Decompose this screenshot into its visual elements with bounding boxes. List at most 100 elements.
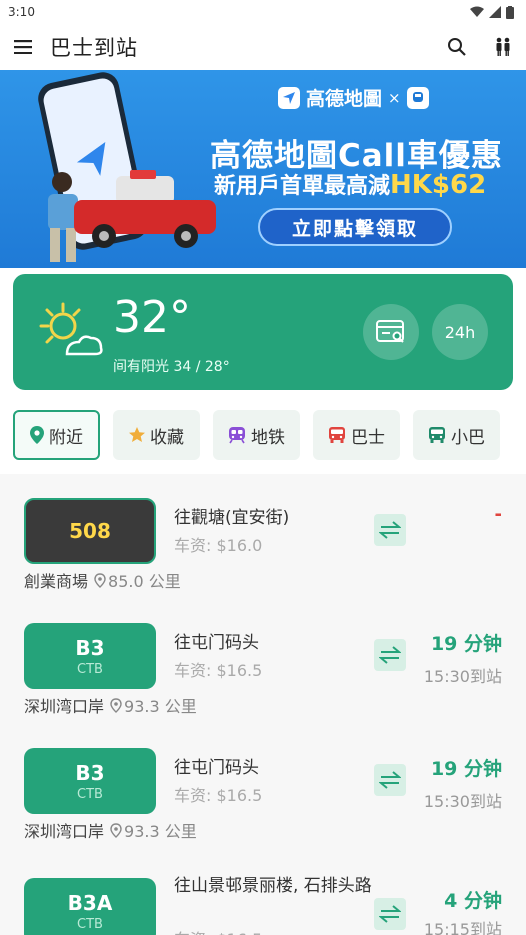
- people-icon: [496, 37, 510, 56]
- tab-favorites-label: 收藏: [150, 427, 184, 448]
- swap-direction-button[interactable]: [374, 764, 406, 796]
- route-list: 508 往觀塘(宜安街) 车资: $16.0 創業商場 85.0 公里 - B3…: [0, 474, 526, 935]
- tab-minibus-label: 小巴: [451, 427, 485, 448]
- banner-subline: 新用戶首單最高減HK$62: [214, 168, 486, 200]
- tab-nearby-label: 附近: [49, 427, 83, 448]
- metro-icon: [229, 427, 245, 444]
- partly-sunny-icon: [39, 302, 103, 356]
- route-number: B3: [75, 760, 105, 785]
- location-pin-outline-icon: [94, 572, 106, 588]
- promo-banner[interactable]: 高德地圖 × 高德地圖Call車優惠 新用戶首單最高減HK$62 立即點擊領取: [0, 70, 526, 268]
- tab-bus[interactable]: 巴士: [313, 410, 400, 460]
- route-item[interactable]: B3A CTB 往山景邨景丽楼, 石排头路 车资: $16.5 4 分钟 15:…: [0, 854, 526, 935]
- swap-direction-button[interactable]: [374, 514, 406, 546]
- route-number-badge: 508: [24, 498, 156, 564]
- tab-metro-label: 地铁: [251, 427, 285, 448]
- search-button[interactable]: [434, 24, 480, 70]
- status-bar: 3:10: [0, 0, 526, 24]
- route-item[interactable]: B3 CTB 往屯门码头 车资: $16.5 深圳湾口岸 93.3 公里 19 …: [0, 599, 526, 724]
- route-company: CTB: [77, 661, 103, 677]
- weather-description: 间有阳光 34 / 28°: [113, 359, 230, 375]
- route-distance-value: 93.3 公里: [124, 822, 197, 841]
- route-stop-name: 深圳湾口岸: [24, 822, 105, 841]
- banner-brand: 高德地圖 ×: [278, 84, 429, 111]
- route-stop: 深圳湾口岸 93.3 公里: [24, 818, 197, 842]
- search-icon: [448, 38, 466, 56]
- swap-arrows-icon: [379, 646, 401, 664]
- menu-button[interactable]: [0, 24, 46, 70]
- route-distance-value: 93.3 公里: [124, 697, 197, 716]
- weather-warnings-button[interactable]: [363, 304, 419, 360]
- route-stop-name: 深圳湾口岸: [24, 697, 105, 716]
- route-eta: 19 分钟: [430, 758, 502, 780]
- bus-icon: [329, 427, 345, 443]
- route-company: CTB: [77, 916, 103, 932]
- route-company: CTB: [77, 786, 103, 802]
- star-icon: [129, 427, 145, 442]
- route-eta: 4 分钟: [444, 890, 502, 912]
- hamburger-menu-icon: [14, 40, 32, 54]
- transport-tabs: 附近 收藏 地铁 巴士 小巴: [13, 410, 513, 460]
- route-number-badge: B3A CTB: [24, 878, 156, 935]
- route-distance: 93.3 公里: [110, 818, 197, 842]
- route-number: B3: [75, 635, 105, 660]
- route-destination: 往觀塘(宜安街): [174, 508, 290, 528]
- route-destination: 往屯门码头: [174, 758, 259, 778]
- app-bar: 巴士到站: [0, 24, 526, 70]
- banner-subline-amount: HK$62: [390, 170, 487, 200]
- swap-arrows-icon: [379, 771, 401, 789]
- location-pin-icon: [30, 426, 44, 444]
- route-distance: 85.0 公里: [94, 568, 181, 592]
- tab-bus-label: 巴士: [351, 427, 385, 448]
- banner-cta-button[interactable]: 立即點擊領取: [258, 208, 452, 246]
- swap-direction-button[interactable]: [374, 898, 406, 930]
- amap-brand-name: 高德地圖: [306, 88, 383, 110]
- tab-minibus[interactable]: 小巴: [413, 410, 500, 460]
- route-fare: 车资: $16.5: [174, 661, 263, 680]
- route-eta: 19 分钟: [430, 633, 502, 655]
- bus-app-logo-icon: [406, 86, 429, 109]
- route-number-badge: B3 CTB: [24, 748, 156, 814]
- wifi-icon: [470, 6, 484, 17]
- status-time: 3:10: [8, 5, 35, 19]
- swap-arrows-icon: [379, 905, 401, 923]
- weather-24h-button[interactable]: 24h: [432, 304, 488, 360]
- route-distance: 93.3 公里: [110, 693, 197, 717]
- banner-subline-prefix: 新用戶首單最高減: [214, 174, 391, 199]
- weather-temperature: 32°: [113, 292, 191, 343]
- tab-favorites[interactable]: 收藏: [113, 410, 200, 460]
- route-stop: 深圳湾口岸 93.3 公里: [24, 693, 197, 717]
- tab-metro[interactable]: 地铁: [213, 410, 300, 460]
- route-no-eta: -: [494, 504, 502, 525]
- route-number: 508: [69, 519, 111, 543]
- taxi-illustration: [74, 170, 216, 248]
- route-number: B3A: [67, 890, 113, 915]
- brand-separator: ×: [388, 88, 401, 107]
- weather-card[interactable]: 32° 间有阳光 34 / 28° 24h: [13, 274, 513, 390]
- tab-nearby[interactable]: 附近: [13, 410, 100, 460]
- status-icons: [470, 5, 514, 19]
- bus-stop-button[interactable]: [480, 24, 526, 70]
- route-item[interactable]: 508 往觀塘(宜安街) 车资: $16.0 創業商場 85.0 公里 -: [0, 474, 526, 599]
- route-arrival-time: 15:30到站: [423, 792, 502, 811]
- swap-direction-button[interactable]: [374, 639, 406, 671]
- battery-icon: [506, 5, 514, 19]
- route-fare: 车资: $16.5: [174, 926, 262, 935]
- route-distance-value: 85.0 公里: [108, 572, 181, 591]
- route-destination: 往山景邨景丽楼, 石排头路: [174, 876, 372, 896]
- route-destination: 往屯门码头: [174, 633, 259, 653]
- app-title: 巴士到站: [50, 36, 138, 60]
- route-stop-name: 創業商場: [24, 572, 89, 591]
- location-pin-outline-icon: [110, 822, 122, 838]
- route-arrival-time: 15:15到站: [423, 920, 502, 935]
- route-fare: 车资: $16.5: [174, 786, 263, 805]
- location-pin-outline-icon: [110, 697, 122, 713]
- route-item[interactable]: B3 CTB 往屯门码头 车资: $16.5 深圳湾口岸 93.3 公里 19 …: [0, 724, 526, 849]
- card-search-icon: [376, 320, 404, 343]
- route-number-badge: B3 CTB: [24, 623, 156, 689]
- amap-logo-icon: [278, 86, 300, 109]
- minibus-icon: [429, 427, 445, 443]
- route-stop: 創業商場 85.0 公里: [24, 568, 181, 592]
- swap-arrows-icon: [379, 521, 401, 539]
- route-fare: 车资: $16.0: [174, 536, 263, 555]
